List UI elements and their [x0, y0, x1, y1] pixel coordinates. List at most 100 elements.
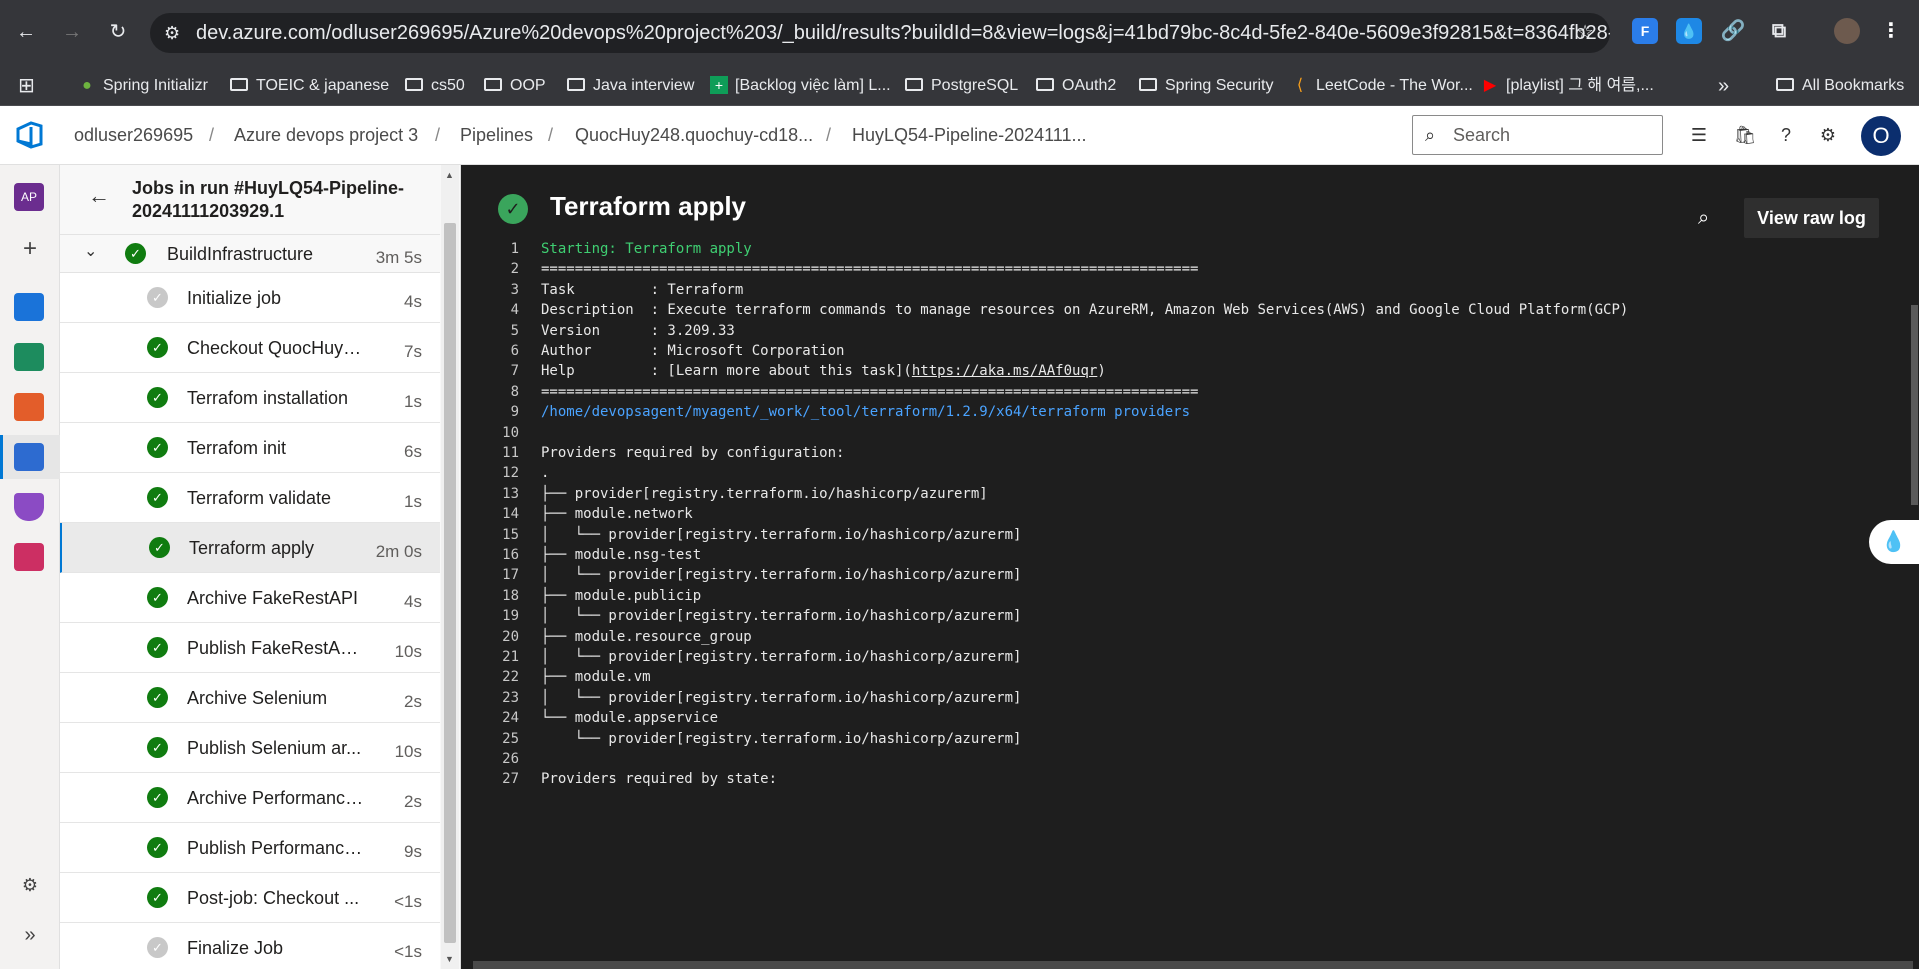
breadcrumb-pipeline[interactable]: QuocHuy248.quochuy-cd18... — [575, 106, 813, 165]
log-scrollbar[interactable] — [1910, 165, 1919, 969]
job-row[interactable]: ✓ Terraform apply 2m 0s — [60, 523, 440, 573]
job-row[interactable]: ✓ Archive Performance... 2s — [60, 773, 440, 823]
browser-menu-icon[interactable]: ⋮ — [1878, 18, 1904, 44]
success-check-icon: ✓ — [147, 487, 168, 508]
breadcrumb-separator: / — [209, 125, 215, 145]
line-content: /home/devopsagent/myagent/_work/_tool/te… — [541, 404, 1191, 421]
line-content: │ └── provider[registry.terraform.io/has… — [541, 526, 1022, 543]
task-list-icon[interactable]: ☰ — [1686, 122, 1712, 148]
overview-icon — [14, 293, 44, 321]
chevron-down-icon[interactable]: ⌄ — [84, 241, 97, 261]
bookmark-playlist[interactable]: ▶ [playlist] 그 해 여름,... — [1481, 66, 1654, 106]
project-settings-gear-icon[interactable]: ⚙ — [0, 863, 60, 907]
bookmark-folder-cs50[interactable]: cs50 — [405, 66, 465, 106]
job-name: Publish Performance ... — [187, 838, 367, 858]
extensions-puzzle-icon[interactable]: ⧉ — [1766, 18, 1792, 44]
breadcrumb-organization[interactable]: odluser269695 — [74, 106, 193, 165]
folder-icon — [405, 78, 423, 91]
bookmark-backlog[interactable]: + [Backlog việc làm] L... — [710, 66, 891, 106]
address-bar[interactable]: ⚙ dev.azure.com/odluser269695/Azure%20de… — [150, 13, 1610, 53]
log-search-icon[interactable]: ⌕ — [1698, 207, 1709, 230]
extension-droplet-icon[interactable]: 💧 — [1676, 18, 1702, 44]
extension-link-icon[interactable]: 🔗 — [1720, 18, 1746, 44]
job-name: Publish FakeRestAPI... — [187, 638, 367, 658]
job-row[interactable]: ✓ Terrafom installation 1s — [60, 373, 440, 423]
scroll-down-arrow-icon[interactable]: ▼ — [445, 954, 454, 964]
job-row[interactable]: ✓ Archive FakeRestAPI 4s — [60, 573, 440, 623]
line-content: ========================================… — [541, 383, 1199, 400]
back-icon[interactable]: ← — [12, 18, 40, 46]
job-row[interactable]: ✓ Publish Performance ... 9s — [60, 823, 440, 873]
project-initials: AP — [14, 183, 44, 211]
job-duration: 2s — [404, 792, 422, 811]
scroll-up-arrow-icon[interactable]: ▲ — [445, 170, 454, 180]
user-avatar[interactable]: O — [1861, 116, 1901, 156]
success-check-icon: ✓ — [147, 587, 168, 608]
bookmark-folder-postgresql[interactable]: PostgreSQL — [905, 66, 1018, 106]
back-arrow-icon[interactable]: ← — [88, 183, 110, 209]
site-info-icon[interactable]: ⚙ — [164, 13, 180, 53]
rail-repos[interactable] — [0, 385, 60, 429]
job-row[interactable]: ✓ Initialize job 4s — [60, 273, 440, 323]
line-content: Providers required by configuration: — [541, 445, 845, 461]
job-row[interactable]: ✓ Publish FakeRestAPI... 10s — [60, 623, 440, 673]
bookmark-folder-oauth2[interactable]: OAuth2 — [1036, 66, 1116, 106]
line-content: ├── module.vm — [541, 669, 651, 686]
job-duration: 1s — [404, 392, 422, 411]
search-box[interactable]: ⌕ Search — [1412, 115, 1663, 155]
breadcrumb-pipelines[interactable]: Pipelines — [460, 106, 533, 165]
forward-icon[interactable]: → — [58, 18, 86, 46]
log-horizontal-scrollbar[interactable] — [473, 961, 1913, 969]
apps-grid-icon[interactable]: ⊞ — [18, 66, 35, 106]
help-link[interactable]: https://aka.ms/AAf0uqr — [912, 363, 1097, 379]
success-check-icon: ✓ — [147, 637, 168, 658]
sheets-icon: + — [710, 76, 728, 94]
bookmark-spring-initializr[interactable]: ● Spring Initializr — [78, 66, 208, 106]
bookmark-leetcode[interactable]: ⟨ LeetCode - The Wor... — [1291, 66, 1473, 106]
expand-rail-icon[interactable]: » — [0, 913, 60, 957]
more-bookmarks-button[interactable]: » — [1718, 66, 1729, 106]
job-row[interactable]: ✓ Checkout QuocHuy2... 7s — [60, 323, 440, 373]
bookmark-folder-spring-security[interactable]: Spring Security — [1139, 66, 1274, 106]
rail-boards[interactable] — [0, 335, 60, 379]
project-switcher[interactable]: AP — [0, 175, 60, 219]
job-row[interactable]: ✓ Archive Selenium 2s — [60, 673, 440, 723]
folder-icon — [230, 78, 248, 91]
job-row[interactable]: ✓ Finalize Job <1s — [60, 923, 440, 969]
breadcrumb-run[interactable]: HuyLQ54-Pipeline-2024111... — [852, 106, 1086, 165]
jobs-scrollbar[interactable]: ▲ ▼ — [441, 165, 459, 969]
all-bookmarks-folder[interactable]: All Bookmarks — [1776, 66, 1904, 106]
bookmark-folder-oop[interactable]: OOP — [484, 66, 546, 106]
bookmark-folder-toeic[interactable]: TOEIC & japanese — [230, 66, 389, 106]
bookmarks-bar: ⊞ ● Spring Initializr TOEIC & japanese cs… — [0, 66, 1919, 106]
azure-devops-logo[interactable] — [14, 120, 44, 150]
log-scrollbar-thumb[interactable] — [1911, 305, 1918, 505]
bookmark-folder-java-interview[interactable]: Java interview — [567, 66, 694, 106]
line-content: ├── provider[registry.terraform.io/hashi… — [541, 485, 988, 502]
success-check-icon: ✓ — [125, 243, 146, 264]
rail-artifacts[interactable] — [0, 535, 60, 579]
floating-droplet-icon[interactable]: 💧 — [1869, 520, 1919, 564]
add-new-icon[interactable]: + — [0, 227, 60, 271]
marketplace-bag-icon[interactable]: 🛍 — [1732, 122, 1758, 148]
stage-row[interactable]: ⌄ ✓ BuildInfrastructure 3m 5s — [60, 235, 440, 273]
reload-icon[interactable]: ↻ — [104, 18, 132, 46]
rail-pipelines[interactable] — [0, 435, 60, 479]
jobs-scrollbar-thumb[interactable] — [444, 223, 456, 943]
profile-avatar-icon[interactable] — [1834, 18, 1860, 44]
view-raw-log-button[interactable]: View raw log — [1744, 198, 1879, 238]
job-row[interactable]: ✓ Terrafom init 6s — [60, 423, 440, 473]
rail-test-plans[interactable] — [0, 485, 60, 529]
user-settings-icon[interactable]: ⚙ — [1815, 122, 1841, 148]
job-row[interactable]: ✓ Post-job: Checkout ... <1s — [60, 873, 440, 923]
pending-check-icon: ✓ — [147, 287, 168, 308]
bookmark-star-icon[interactable]: ☆ — [1576, 13, 1594, 53]
job-row[interactable]: ✓ Terraform validate 1s — [60, 473, 440, 523]
pending-check-icon: ✓ — [147, 937, 168, 958]
breadcrumb-project[interactable]: Azure devops project 3 — [234, 106, 418, 165]
job-row[interactable]: ✓ Publish Selenium ar... 10s — [60, 723, 440, 773]
help-icon[interactable]: ? — [1773, 122, 1799, 148]
rail-overview[interactable] — [0, 285, 60, 329]
extension-translate-icon[interactable]: F — [1632, 18, 1658, 44]
log-title: Terraform apply — [550, 191, 747, 221]
